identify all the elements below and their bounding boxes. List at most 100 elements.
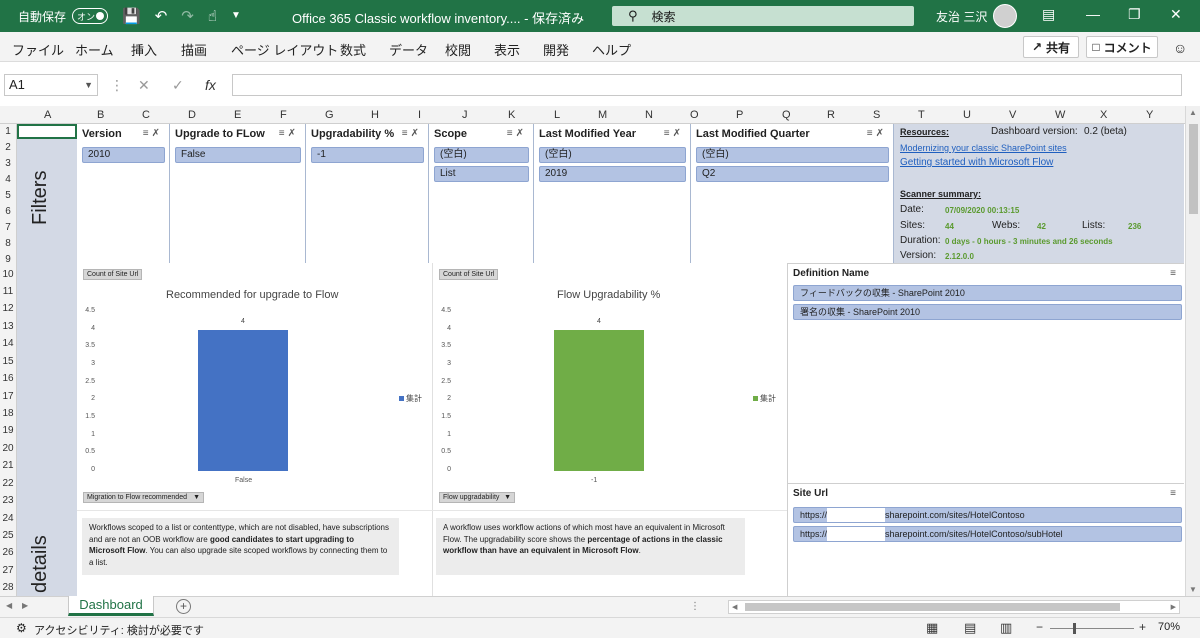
column-header[interactable]: S [873,109,880,121]
search-box[interactable]: ⚲ 検索 [612,6,914,26]
horizontal-scrollbar[interactable]: ◀ ▶ [728,600,1180,614]
row-header[interactable]: 24 [0,513,16,524]
row-header[interactable]: 4 [0,174,16,185]
row-header[interactable]: 22 [0,478,16,489]
feedback-icon[interactable]: ☺ [1173,40,1187,56]
column-header[interactable]: B [97,109,104,121]
close-icon[interactable]: ✕ [1170,6,1182,23]
formula-input[interactable] [232,74,1182,96]
vertical-scrollbar[interactable]: ▲ ▼ [1185,106,1200,596]
tab-insert[interactable]: 挿入 [131,40,157,59]
row-header[interactable]: 12 [0,303,16,314]
minimize-icon[interactable]: — [1086,6,1100,22]
normal-view-icon[interactable]: ▦ [926,620,938,636]
user-name[interactable]: 友治 三沢 [936,8,987,25]
tab-formulas[interactable]: 数式 [340,40,366,59]
row-header[interactable]: 21 [0,460,16,471]
row-header[interactable]: 2 [0,142,16,153]
scroll-right-icon[interactable]: ▶ [1171,603,1176,611]
zoom-slider-handle[interactable] [1073,623,1076,634]
page-break-view-icon[interactable]: ▥ [1000,620,1012,636]
avatar[interactable] [993,4,1017,28]
column-header[interactable]: P [736,109,743,121]
bar[interactable] [554,329,644,471]
column-header[interactable]: K [508,109,515,121]
slicer-item[interactable]: 2019 [539,166,686,182]
row-header[interactable]: 7 [0,222,16,233]
scroll-left-icon[interactable]: ◀ [732,603,737,611]
axis-field-button[interactable]: Migration to Flow recommended ▼ [83,492,204,503]
slicer-item[interactable]: (空白) [696,147,889,163]
column-header[interactable]: U [963,109,971,121]
name-box[interactable]: A1 ▼ [4,74,98,96]
tab-data[interactable]: データ [389,40,428,59]
column-header[interactable]: W [1055,109,1065,121]
row-header[interactable]: 5 [0,190,16,201]
multiselect-icon[interactable]: ≡ [1170,268,1176,279]
slicer-item[interactable]: 署名の収集 - SharePoint 2010 [793,304,1182,320]
tab-page-layout[interactable]: ページ レイアウト [231,40,338,59]
row-header[interactable]: 16 [0,373,16,384]
slicer-item[interactable]: https:// sharepoint.com/sites/HotelContos… [793,507,1182,523]
column-header[interactable]: F [280,109,287,121]
sheet-tab-dashboard[interactable]: Dashboard [68,596,154,616]
touch-mode-icon[interactable]: ☝ [208,9,217,24]
value-field-button[interactable]: Count of Site Url [439,269,499,280]
tab-home[interactable]: ホーム [75,40,114,59]
axis-field-button[interactable]: Flow upgradability ▼ [439,492,515,503]
value-field-button[interactable]: Count of Site Url [83,269,143,280]
row-header[interactable]: 20 [0,443,16,454]
share-button[interactable]: ↗ 共有 [1023,36,1079,58]
row-header[interactable]: 14 [0,338,16,349]
column-header[interactable]: Y [1146,109,1153,121]
zoom-in-icon[interactable]: + [1139,620,1146,634]
column-header[interactable]: H [371,109,379,121]
column-header[interactable]: Q [782,109,791,121]
multiselect-clear-icon[interactable]: ≡✗ [143,126,163,142]
row-header[interactable]: 15 [0,356,16,367]
multiselect-icon[interactable]: ≡ [1170,488,1176,499]
row-header[interactable]: 13 [0,321,16,332]
tab-file[interactable]: ファイル [12,40,64,59]
row-header[interactable]: 27 [0,565,16,576]
selected-cell-a1[interactable] [17,124,77,139]
row-header[interactable]: 9 [0,254,16,265]
zoom-level[interactable]: 70% [1158,621,1180,633]
row-header[interactable]: 6 [0,206,16,217]
accessibility-status[interactable]: アクセシビリティ: 検討が必要です [34,622,204,638]
row-header[interactable]: 25 [0,530,16,541]
row-header[interactable]: 17 [0,391,16,402]
slicer-item[interactable]: フィードバックの収集 - SharePoint 2010 [793,285,1182,301]
multiselect-clear-icon[interactable]: ≡✗ [507,126,527,142]
slicer-item[interactable]: (空白) [434,147,529,163]
slicer-item[interactable]: -1 [311,147,424,163]
row-header[interactable]: 10 [0,269,16,280]
column-header[interactable]: R [827,109,835,121]
slicer-item[interactable]: Q2 [696,166,889,182]
column-header[interactable]: C [142,109,150,121]
column-header[interactable]: D [188,109,196,121]
accessibility-icon[interactable]: ⚙ [16,621,27,635]
column-header[interactable]: E [234,109,241,121]
link-modernizing[interactable]: Modernizing your classic SharePoint site… [900,143,1067,153]
cancel-icon[interactable]: ✕ [138,77,150,94]
column-header[interactable]: L [554,109,560,121]
row-header[interactable]: 18 [0,408,16,419]
bar[interactable] [198,329,288,471]
row-header[interactable]: 3 [0,158,16,169]
scroll-up-icon[interactable]: ▲ [1189,108,1197,117]
restore-icon[interactable]: ❐ [1128,6,1141,23]
row-header[interactable]: 26 [0,547,16,558]
add-sheet-icon[interactable]: + [176,599,191,614]
enter-icon[interactable]: ✓ [172,77,184,94]
customize-toolbar-icon[interactable]: ▼ [231,11,241,21]
tab-splitter-icon[interactable]: ⋮ [690,601,700,612]
column-header[interactable]: T [918,109,925,121]
column-header[interactable]: I [418,109,421,121]
tab-review[interactable]: 校閲 [445,40,471,59]
row-header[interactable]: 11 [0,286,16,297]
insert-function-icon[interactable]: fx [205,77,216,93]
next-sheet-icon[interactable]: ▶ [22,601,28,610]
column-header[interactable]: N [645,109,653,121]
link-getting-started[interactable]: Getting started with Microsoft Flow [900,157,1053,168]
